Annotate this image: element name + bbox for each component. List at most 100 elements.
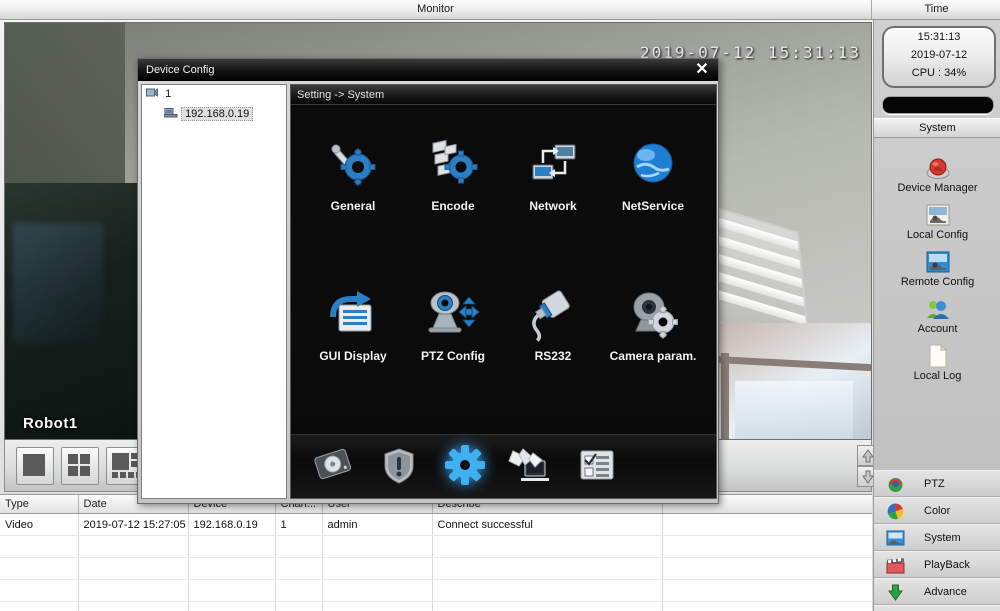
cell-empty [322, 579, 433, 602]
settings-item-network[interactable]: Network [503, 125, 603, 235]
settings-item-netservice[interactable]: NetService [603, 125, 703, 235]
video-foreground-object [5, 183, 150, 439]
cell-empty [188, 601, 276, 611]
cell-empty [662, 557, 872, 580]
cell-empty [432, 579, 663, 602]
cell-empty [78, 557, 189, 580]
alarm-shield-icon[interactable] [375, 443, 423, 488]
cell-user: admin [322, 513, 433, 536]
cell-empty [188, 535, 276, 558]
sidebar-item-label: Local Log [913, 370, 962, 382]
sidebar-item-system[interactable]: System [874, 524, 1000, 551]
clock-status-box: 15:31:13 2019-07-12 CPU : 34% [882, 26, 996, 88]
cell-empty [432, 535, 663, 558]
gui-display-icon [325, 287, 381, 343]
layout-button-quad[interactable] [61, 447, 99, 485]
cell-empty [662, 579, 872, 602]
sidebar-item-advance[interactable]: Advance [874, 578, 1000, 605]
sidebar-item-label: Color [924, 505, 951, 517]
status-indicator-bar [882, 96, 994, 114]
account-icon [925, 296, 951, 322]
camera-gear-icon [625, 287, 681, 343]
sidebar-item-remote-config[interactable]: Remote Config [874, 249, 1000, 296]
cell-empty [432, 601, 663, 611]
sidebar-item-account[interactable]: Account [874, 296, 1000, 343]
settings-item-ptz-config[interactable]: PTZ Config [403, 275, 503, 385]
cell-empty [78, 535, 189, 558]
cell-type: Video [0, 513, 79, 536]
record-storage-icon[interactable] [309, 443, 357, 488]
settings-item-label: Camera param. [609, 349, 697, 363]
table-row[interactable] [0, 601, 872, 611]
sidebar-item-label: PlayBack [924, 559, 970, 571]
system-gear-icon[interactable] [441, 443, 489, 488]
tree-child-node[interactable]: 192.168.0.19 [142, 103, 286, 123]
sidebar-item-label: LogOut [924, 606, 960, 611]
column-header-type[interactable]: Type [0, 495, 79, 514]
tab-monitor[interactable]: Monitor [0, 0, 872, 19]
settings-item-label: PTZ Config [421, 349, 485, 363]
clock-date: 2019-07-12 [910, 49, 968, 61]
breadcrumb: Setting -> System [291, 85, 716, 105]
tree-root-label: 1 [165, 88, 172, 100]
cell-describe: Connect successful [432, 513, 663, 536]
cell-empty [662, 601, 872, 611]
cell-empty [275, 601, 323, 611]
local-config-icon [925, 202, 951, 228]
dialog-title-text: Device Config [146, 64, 215, 76]
cell-empty [0, 557, 79, 580]
table-row[interactable] [0, 557, 872, 580]
event-log-table[interactable]: Type Date Device Chan... User Describe V… [0, 494, 872, 611]
top-header-bar: Monitor Time [0, 0, 1000, 20]
dialog-title-bar[interactable]: Device Config ✕ [138, 59, 718, 81]
settings-item-label: RS232 [534, 349, 572, 363]
cell-empty [78, 601, 189, 611]
sidebar-item-logout[interactable]: LogOut [874, 605, 1000, 611]
sidebar-item-label: PTZ [924, 478, 945, 490]
globe-icon [625, 137, 681, 193]
sidebar-item-label: System [924, 532, 961, 544]
settings-item-rs232[interactable]: RS232 [503, 275, 603, 385]
dialog-content-panel: Setting -> System General Encode Network… [290, 84, 717, 499]
device-tree-panel[interactable]: 1 192.168.0.19 [141, 84, 287, 499]
remote-config-icon [925, 249, 951, 275]
close-icon[interactable]: ✕ [692, 61, 712, 79]
sidebar-item-label: Device Manager [897, 182, 978, 194]
cell-spacer [662, 513, 872, 536]
settings-item-gui-display[interactable]: GUI Display [303, 275, 403, 385]
table-row[interactable]: Video 2019-07-12 15:27:05 192.168.0.19 1… [0, 513, 872, 536]
cell-device: 192.168.0.19 [188, 513, 276, 536]
settings-item-general[interactable]: General [303, 125, 403, 235]
sidebar-system-items: Device Manager Local Config Remote Confi… [874, 155, 1000, 390]
cell-date: 2019-07-12 15:27:05 [78, 513, 189, 536]
table-row[interactable] [0, 535, 872, 558]
cell-channel: 1 [275, 513, 323, 536]
encode-blocks-icon [425, 137, 481, 193]
device-config-dialog[interactable]: Device Config ✕ 1 192.168.0.19 Setting -… [137, 58, 719, 504]
sidebar-item-local-log[interactable]: Local Log [874, 343, 1000, 390]
cell-empty [188, 557, 276, 580]
sidebar-item-device-manager[interactable]: Device Manager [874, 155, 1000, 202]
ptz-camera-icon [425, 287, 481, 343]
settings-item-label: Network [529, 199, 577, 213]
tab-time[interactable]: Time [873, 0, 1000, 19]
sidebar-item-color[interactable]: Color [874, 497, 1000, 524]
sidebar-item-local-config[interactable]: Local Config [874, 202, 1000, 249]
maintenance-tools-icon[interactable] [507, 443, 555, 488]
table-row[interactable] [0, 579, 872, 602]
camera-folder-icon [146, 88, 158, 97]
layout-button-single[interactable] [16, 447, 54, 485]
cell-empty [322, 557, 433, 580]
color-icon [886, 502, 905, 521]
settings-item-label: Encode [431, 199, 475, 213]
sidebar-item-playback[interactable]: PlayBack [874, 551, 1000, 578]
ptz-icon [886, 475, 905, 494]
settings-item-encode[interactable]: Encode [403, 125, 503, 235]
settings-item-label: General [330, 199, 376, 213]
sidebar-item-label: Local Config [906, 229, 969, 241]
right-sidebar: 15:31:13 2019-07-12 CPU : 34% System Dev… [873, 20, 1000, 611]
settings-item-camera-param[interactable]: Camera param. [603, 275, 703, 385]
tree-root-node[interactable]: 1 [142, 85, 286, 103]
info-checklist-icon[interactable] [573, 443, 621, 488]
sidebar-item-ptz[interactable]: PTZ [874, 470, 1000, 497]
